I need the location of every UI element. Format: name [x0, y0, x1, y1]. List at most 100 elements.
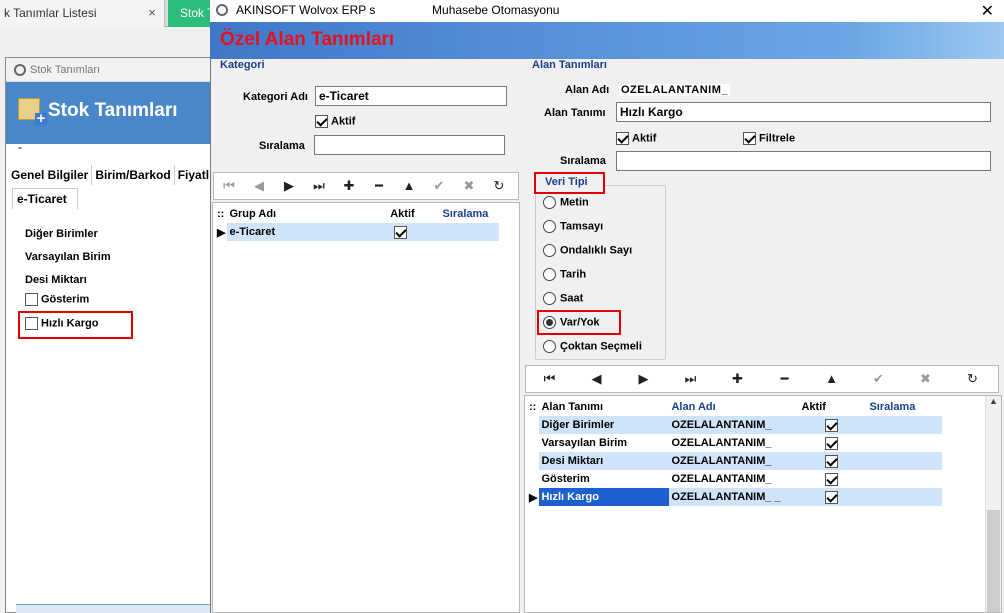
radio-button[interactable] — [543, 244, 556, 257]
cell-siralama[interactable] — [867, 452, 942, 470]
cell-aktif[interactable] — [799, 452, 867, 470]
cell-aktif[interactable] — [799, 434, 867, 452]
col-grup-adi[interactable]: Grup Adı — [227, 205, 373, 223]
cell-siralama[interactable] — [867, 416, 942, 434]
col-siralama[interactable]: Sıralama — [867, 398, 942, 416]
cell-aktif[interactable] — [799, 488, 867, 506]
radio-tarih[interactable]: Tarih — [543, 268, 586, 281]
add-icon[interactable]: ✚ — [334, 173, 364, 199]
checkbox-box[interactable] — [315, 115, 328, 128]
checkbox-box[interactable] — [825, 436, 839, 450]
table-row[interactable]: Desi Miktarı OZELALANTANIM_ — [527, 452, 943, 470]
close-icon[interactable]: ✕ — [981, 1, 994, 21]
radio-button[interactable] — [543, 316, 556, 329]
cancel-icon[interactable]: ✖ — [902, 366, 949, 392]
radio-button[interactable] — [543, 220, 556, 233]
delete-icon[interactable]: ━ — [761, 366, 808, 392]
radio-metin[interactable]: Metin — [543, 196, 589, 209]
checkbox-box[interactable] — [394, 225, 408, 239]
subtab-e-ticaret[interactable]: e-Ticaret — [12, 188, 78, 209]
alan-filtrele-checkbox[interactable]: Filtrele — [743, 132, 795, 145]
col-alan-adi[interactable]: Alan Adı — [669, 398, 799, 416]
col-aktif[interactable]: Aktif — [373, 205, 431, 223]
checkbox-box[interactable] — [743, 132, 756, 145]
next-icon[interactable]: ▶ — [620, 366, 667, 392]
alan-aktif-checkbox[interactable]: Aktif — [616, 132, 656, 145]
checkbox-box[interactable] — [25, 293, 38, 306]
cell-alan-tanimi[interactable]: Diğer Birimler — [539, 416, 669, 434]
add-icon[interactable]: ✚ — [714, 366, 761, 392]
tab-genel-bilgiler[interactable]: Genel Bilgiler — [8, 165, 93, 185]
checkbox-box[interactable] — [825, 418, 839, 432]
cell-alan-tanimi[interactable]: Hızlı Kargo — [539, 488, 670, 506]
first-icon[interactable]: ⏮ — [526, 366, 573, 392]
cell-aktif[interactable] — [373, 223, 431, 241]
checkbox-box[interactable] — [25, 317, 38, 330]
cell-alan-tanimi[interactable]: Varsayılan Birim — [539, 434, 669, 452]
last-icon[interactable]: ⏭ — [667, 366, 714, 392]
radio-button[interactable] — [543, 340, 556, 353]
col-aktif[interactable]: Aktif — [799, 398, 867, 416]
confirm-icon[interactable]: ✔ — [855, 366, 902, 392]
checkbox-box[interactable] — [825, 454, 839, 468]
first-icon[interactable]: ⏮ — [214, 173, 244, 199]
radio-tamsayi[interactable]: Tamsayı — [543, 220, 603, 233]
up-icon[interactable]: ▲ — [808, 366, 855, 392]
cell-siralama[interactable] — [867, 488, 942, 506]
checkbox-box[interactable] — [825, 490, 839, 504]
cell-siralama[interactable] — [867, 434, 942, 452]
cell-alan-tanimi[interactable]: Gösterim — [539, 470, 669, 488]
table-row[interactable]: Varsayılan Birim OZELALANTANIM_ — [527, 434, 942, 452]
scroll-thumb[interactable] — [987, 510, 1000, 612]
scroll-up-icon[interactable]: ▲ — [986, 396, 1001, 410]
radio-button[interactable] — [543, 196, 556, 209]
col-alan-tanimi[interactable]: Alan Tanımı — [539, 398, 669, 416]
table-row[interactable]: Diğer Birimler OZELALANTANIM_ — [527, 416, 943, 434]
cell-aktif[interactable] — [799, 416, 867, 434]
radio-button[interactable] — [543, 292, 556, 305]
table-row[interactable]: ▶ e-Ticaret — [215, 223, 500, 241]
tab-birim-barkod[interactable]: Birim/Barkod — [92, 165, 175, 185]
next-icon[interactable]: ▶ — [274, 173, 304, 199]
cancel-icon[interactable]: ✖ — [454, 173, 484, 199]
delete-icon[interactable]: ━ — [364, 173, 394, 199]
radio-saat[interactable]: Saat — [543, 292, 583, 305]
confirm-icon[interactable]: ✔ — [424, 173, 454, 199]
checkbox-hizli-kargo[interactable]: Hızlı Kargo — [25, 317, 98, 330]
radio-button[interactable] — [543, 268, 556, 281]
cell-alan-adi[interactable]: OZELALANTANIM_ — [669, 470, 799, 488]
cell-alan-adi[interactable]: OZELALANTANIM_ — [669, 452, 799, 470]
radio-coktan-secmeli[interactable]: Çoktan Seçmeli — [543, 340, 642, 353]
cell-grup-adi[interactable]: e-Ticaret — [227, 223, 373, 241]
alan-tanimi-input[interactable]: Hızlı Kargo — [616, 102, 991, 122]
cell-alan-adi[interactable]: OZELALANTANIM_ — [669, 434, 799, 452]
checkbox-box[interactable] — [616, 132, 629, 145]
kategori-siralama-input[interactable] — [314, 135, 505, 155]
table-row-selected[interactable]: ▶ Hızlı Kargo OZELALANTANIM_ _ — [527, 488, 943, 506]
tab-stok-tanimlar-listesi[interactable]: k Tanımlar Listesi × — [0, 0, 165, 27]
refresh-icon[interactable]: ↻ — [949, 366, 996, 392]
tab-fiyatlar[interactable]: Fiyatl — [175, 165, 214, 185]
checkbox-box[interactable] — [825, 472, 839, 486]
cell-siralama[interactable] — [431, 223, 499, 241]
kategori-aktif-checkbox[interactable]: Aktif — [315, 115, 355, 128]
prev-icon[interactable]: ◀ — [244, 173, 274, 199]
cell-alan-adi[interactable]: OZELALANTANIM_ _ — [669, 488, 799, 506]
last-icon[interactable]: ⏭ — [304, 173, 334, 199]
cell-siralama[interactable] — [867, 470, 942, 488]
radio-ondalikli-sayi[interactable]: Ondalıklı Sayı — [543, 244, 632, 257]
col-siralama[interactable]: Sıralama — [431, 205, 499, 223]
checkbox-gosterim[interactable]: Gösterim — [25, 293, 89, 306]
cell-alan-tanimi[interactable]: Desi Miktarı — [539, 452, 669, 470]
refresh-icon[interactable]: ↻ — [484, 173, 514, 199]
grid-scrollbar[interactable]: ▲ — [985, 396, 1001, 612]
prev-icon[interactable]: ◀ — [573, 366, 620, 392]
alan-siralama-input[interactable] — [616, 151, 991, 171]
up-icon[interactable]: ▲ — [394, 173, 424, 199]
cell-aktif[interactable] — [799, 470, 867, 488]
kategori-adi-input[interactable]: e-Ticaret — [315, 86, 507, 106]
table-row[interactable]: Gösterim OZELALANTANIM_ — [527, 470, 942, 488]
radio-var-yok[interactable]: Var/Yok — [543, 316, 600, 329]
cell-alan-adi[interactable]: OZELALANTANIM_ — [669, 416, 799, 434]
tab-close-icon[interactable]: × — [148, 5, 156, 20]
